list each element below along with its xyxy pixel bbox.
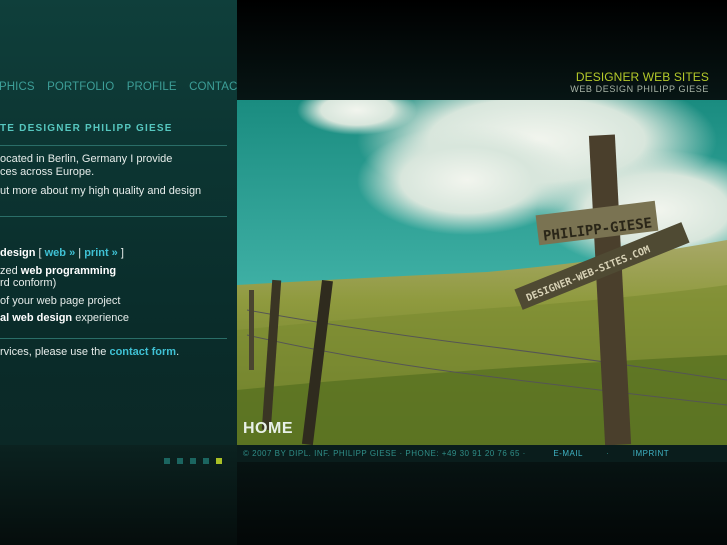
- divider: [0, 216, 227, 217]
- service-experience-line: al web design experience: [0, 312, 129, 324]
- intro-line-2: ces across Europe.: [0, 166, 95, 178]
- page-dot[interactable]: [164, 458, 170, 464]
- separator: |: [75, 247, 85, 259]
- pagination-dots: [164, 451, 229, 469]
- bracket-open: [: [35, 247, 45, 259]
- nav-item-portfolio[interactable]: PORTFOLIO: [47, 81, 114, 93]
- design-label: design: [0, 247, 36, 259]
- service-project-line: of your web page project: [0, 295, 121, 307]
- copyright-text: © 2007 BY DIPL. INF. PHILIPP GIESE · PHO…: [243, 449, 526, 458]
- left-panel: PHICS PORTFOLIO PROFILE CONTACT TE DESIG…: [0, 0, 237, 445]
- experience-rest: experience: [72, 312, 130, 324]
- service-programming-sub: rd conform): [0, 277, 57, 289]
- web-design-link[interactable]: web »: [45, 247, 76, 259]
- page-dot[interactable]: [203, 458, 209, 464]
- meadow-illustration: PHILIPP-GIESE DESIGNER-WEB-SITES.COM: [237, 100, 727, 445]
- site-subtitle: WEB DESIGN PHILIPP GIESE: [570, 84, 709, 94]
- nav-item-profile[interactable]: PROFILE: [127, 81, 177, 93]
- nav-item-contact[interactable]: CONTACT: [189, 81, 237, 93]
- main-nav: PHICS PORTFOLIO PROFILE CONTACT: [0, 77, 237, 95]
- page-title: HOME: [243, 420, 293, 437]
- page-dot[interactable]: [190, 458, 196, 464]
- contact-suffix: .: [176, 346, 180, 358]
- print-design-link[interactable]: print »: [84, 247, 118, 259]
- divider: [0, 338, 227, 339]
- divider: [0, 145, 227, 146]
- programming-prefix: zed: [0, 265, 21, 277]
- page-dot[interactable]: [177, 458, 183, 464]
- service-design-line: design [ web » | print » ]: [0, 247, 124, 259]
- contact-line: rvices, please use the contact form.: [0, 346, 179, 358]
- footer-info: © 2007 BY DIPL. INF. PHILIPP GIESE · PHO…: [243, 449, 669, 458]
- contact-prefix: rvices, please use the: [0, 346, 110, 358]
- imprint-link[interactable]: IMPRINT: [633, 449, 669, 458]
- bracket-close: ]: [117, 247, 124, 259]
- intro-heading: TE DESIGNER PHILIPP GIESE: [0, 123, 173, 134]
- experience-label: al web design: [0, 312, 73, 324]
- programming-label: web programming: [20, 265, 117, 277]
- footer-separator: ·: [606, 449, 610, 458]
- email-link[interactable]: E-MAIL: [553, 449, 582, 458]
- nav-item-graphics[interactable]: PHICS: [0, 81, 35, 93]
- intro-line-3: ut more about my high quality and design: [0, 185, 202, 197]
- site-title: DESIGNER WEB SITES: [575, 70, 709, 84]
- service-programming-line: zed web programming: [0, 265, 116, 277]
- contact-form-link[interactable]: contact form: [109, 346, 176, 358]
- page-dot-active[interactable]: [216, 458, 222, 464]
- intro-line-1: ocated in Berlin, Germany I provide: [0, 153, 173, 165]
- bottom-area: [237, 462, 727, 545]
- hero-photo: PHILIPP-GIESE DESIGNER-WEB-SITES.COM: [237, 100, 727, 445]
